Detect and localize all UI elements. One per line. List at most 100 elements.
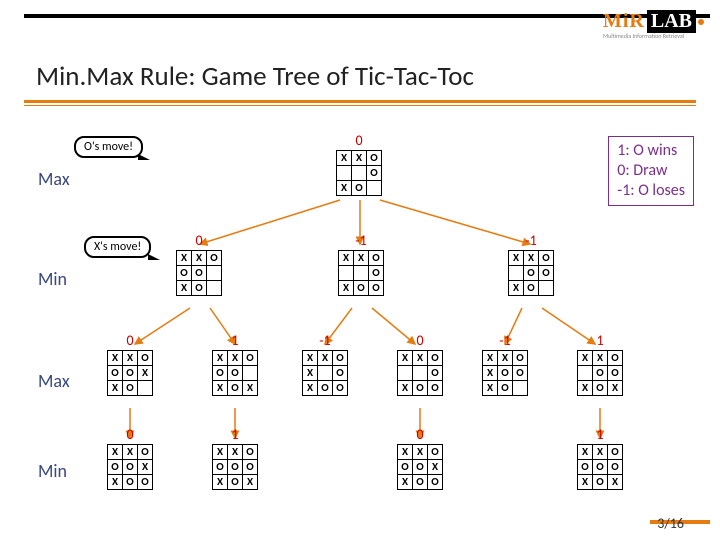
board-cell: O [123,460,138,475]
board-cell: X [483,366,498,381]
board-cell: O [498,366,513,381]
board-cell: O [333,366,348,381]
node-score: 0 [336,132,382,149]
board-cell: O [213,366,228,381]
logo-brand1: MiR [603,10,645,33]
board-cell: O [513,351,528,366]
board-cell: X [337,181,352,196]
board-cell: O [228,475,243,490]
node-score: -1 [338,232,384,249]
board-cell: X [123,445,138,460]
node-score: 0 [107,332,153,349]
node-score: 0 [176,232,222,249]
node-score: 1 [577,332,623,349]
board-cell: X [138,366,153,381]
board-cell: O [428,366,443,381]
board-cell: O [498,381,513,396]
tree-node: 0 XXOOOXXO [107,332,153,396]
legend-box: 1: O wins 0: Draw -1: O loses [608,136,694,206]
board-cell: X [123,351,138,366]
tree-node: 1 XXOOOXOX [212,332,258,396]
board-cell [243,366,258,381]
board-cell [138,381,153,396]
logo: MiR LAB Multimedia Information Retrieval [603,10,704,33]
board-cell [337,166,352,181]
board-cell: X [339,281,354,296]
board: XXOOOOXOX [212,444,258,490]
board-cell: X [578,351,593,366]
tree-node-root: 0 XXOOXO [336,132,382,196]
board: XXOOXO [336,150,382,196]
board-cell: X [593,351,608,366]
board-cell: O [213,460,228,475]
board-cell: O [428,351,443,366]
board-cell: X [413,445,428,460]
callout-tail-icon [138,154,150,160]
board-cell: O [138,475,153,490]
board-cell: X [398,351,413,366]
page-number: 3/16 [657,515,684,532]
board-cell: O [367,151,382,166]
board-cell: X [108,475,123,490]
tree-node: 0 XXOOOXXOO [397,426,443,490]
node-score: -1 [302,332,348,349]
tree-node: -1 XXOXOOXO [482,332,528,396]
board-cell: O [228,460,243,475]
layer-label-1: Min [38,268,67,290]
board: XXOOOXOX [212,350,258,396]
board-cell [207,281,222,296]
board-cell [318,366,333,381]
board: XXOXOXOO [302,350,348,396]
board-cell: O [138,351,153,366]
board-cell: X [303,381,318,396]
board-cell: O [524,281,539,296]
node-score: -1 [508,232,554,249]
board-cell: X [243,381,258,396]
board-cell [578,366,593,381]
board-cell: X [608,381,623,396]
board-cell: X [213,475,228,490]
layer-label-3: Min [38,460,67,482]
callout-tail-icon [148,254,160,260]
node-score: 1 [212,332,258,349]
board: XXOOOXO [176,250,222,296]
board-cell: O [123,366,138,381]
board-cell: O [608,366,623,381]
tree-node: 0 XXOOOXO [176,232,222,296]
board-cell: O [207,251,222,266]
board-cell: X [428,460,443,475]
board-cell: O [192,281,207,296]
board: XXOOOXXOO [107,444,153,490]
tree-node: 1 XXOOOOXOX [577,426,623,490]
board-cell: X [398,445,413,460]
board-cell: X [213,445,228,460]
board-cell: O [369,251,384,266]
board-cell: O [428,475,443,490]
node-score: 1 [577,426,623,443]
board-cell: O [108,366,123,381]
layer-label-0: Max [38,168,70,190]
board: XXOXOOXO [482,350,528,396]
board: XXOOOXO [508,250,554,296]
board: XXOOXOO [338,250,384,296]
node-score: -1 [482,332,528,349]
board-cell: X [138,460,153,475]
board-cell [398,366,413,381]
board-cell: O [177,266,192,281]
node-score: 0 [397,426,443,443]
board-cell: X [352,151,367,166]
board-cell: O [398,460,413,475]
tree-node: 0 XXOOOXXOO [107,426,153,490]
logo-dot-icon [698,19,704,25]
board-cell: X [213,351,228,366]
board-cell: O [108,460,123,475]
board-cell: X [228,351,243,366]
board-cell: X [509,251,524,266]
board-cell: X [524,251,539,266]
legend-line: 0: Draw [617,161,685,181]
board-cell: O [369,281,384,296]
board: XXOOOXOX [577,350,623,396]
board-cell: O [123,381,138,396]
tree-node: 1 XXOOOXOX [577,332,623,396]
board-cell: X [192,251,207,266]
